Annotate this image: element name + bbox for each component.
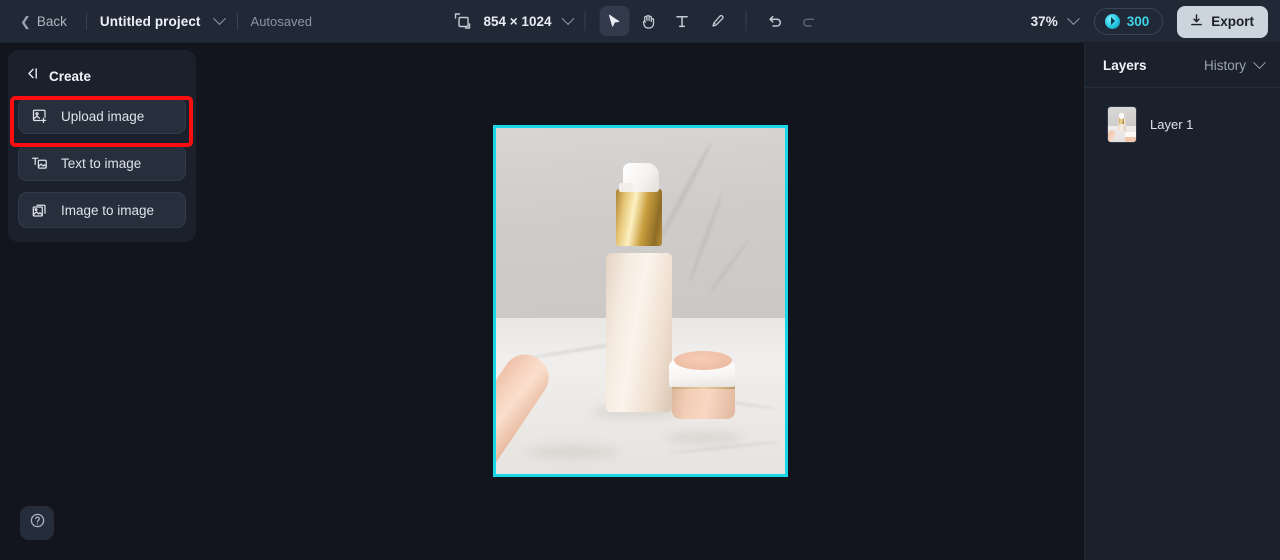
select-tool[interactable] (599, 6, 630, 36)
tab-history-label: History (1203, 58, 1246, 73)
download-icon (1189, 13, 1204, 31)
collapse-panel-icon[interactable] (24, 66, 39, 86)
canvas-size-icon[interactable] (454, 12, 472, 30)
credit-token-icon (1104, 14, 1120, 29)
image-to-image-icon (31, 202, 48, 219)
tab-history[interactable]: History (1203, 56, 1266, 73)
upload-image-button[interactable]: Upload image (18, 98, 186, 134)
toolbar-right-group: 37% 300 Export (1031, 0, 1268, 43)
toolbar-center-group: 854 × 1024 (454, 6, 827, 36)
credits-badge[interactable]: 300 (1093, 8, 1164, 35)
project-chevron-down-icon[interactable] (212, 11, 226, 25)
back-button[interactable]: ❮ Back (14, 9, 73, 34)
list-item[interactable]: Layer 1 (1091, 96, 1274, 153)
export-button[interactable]: Export (1177, 5, 1268, 38)
hand-tool[interactable] (633, 6, 663, 36)
tab-layers[interactable]: Layers (1103, 58, 1147, 73)
history-chevron-down-icon (1253, 56, 1266, 70)
create-panel: Create Upload image Text to image Image … (8, 50, 196, 242)
divider (236, 12, 238, 30)
text-to-image-label: Text to image (61, 155, 142, 171)
undo-button[interactable] (760, 6, 790, 36)
credits-count: 300 (1126, 14, 1150, 29)
divider (85, 12, 87, 30)
text-to-image-button[interactable]: Text to image (18, 145, 186, 181)
layers-panel: Layers History Layer 1 (1084, 43, 1280, 560)
help-circle-icon (29, 512, 46, 534)
canvas-area[interactable] (196, 43, 1084, 560)
artboard-selection[interactable] (493, 125, 788, 477)
app-root: ❮ Back Untitled project Autosaved 854 × … (0, 0, 1280, 560)
text-tool[interactable] (667, 6, 697, 36)
zoom-chevron-down-icon[interactable] (1066, 12, 1080, 26)
layer-name: Layer 1 (1150, 117, 1194, 132)
project-name[interactable]: Untitled project (100, 14, 201, 29)
divider (584, 11, 586, 31)
create-panel-title: Create (49, 68, 92, 84)
autosaved-status: Autosaved (250, 13, 312, 29)
layer-thumbnail (1107, 106, 1137, 143)
upload-image-label: Upload image (61, 108, 145, 124)
redo-button[interactable] (794, 6, 824, 36)
zoom-level[interactable]: 37% (1031, 14, 1058, 29)
layers-panel-header: Layers History (1085, 43, 1280, 88)
canvas-image[interactable] (496, 128, 785, 474)
cream-jar-glass (671, 385, 735, 419)
brush-tool[interactable] (701, 6, 731, 36)
divider (745, 11, 747, 31)
top-toolbar: ❮ Back Untitled project Autosaved 854 × … (0, 0, 1280, 43)
help-button[interactable] (20, 506, 54, 540)
chevron-left-icon: ❮ (20, 13, 31, 29)
back-button-label: Back (36, 13, 67, 29)
canvas-dimensions[interactable]: 854 × 1024 (484, 14, 552, 29)
toolbar-left-group: ❮ Back Untitled project Autosaved (0, 9, 312, 34)
create-panel-header: Create (18, 58, 186, 98)
pump-bottle-gold-collar (615, 188, 662, 246)
image-to-image-button[interactable]: Image to image (18, 192, 186, 228)
image-to-image-label: Image to image (61, 202, 155, 218)
cream-jar-top (673, 351, 732, 371)
pump-bottle-nozzle (618, 183, 633, 193)
canvas-size-chevron-down-icon[interactable] (561, 11, 575, 25)
text-to-image-icon (31, 155, 48, 172)
export-button-label: Export (1211, 14, 1254, 29)
upload-image-icon (31, 108, 48, 125)
pump-bottle-body (605, 252, 672, 412)
